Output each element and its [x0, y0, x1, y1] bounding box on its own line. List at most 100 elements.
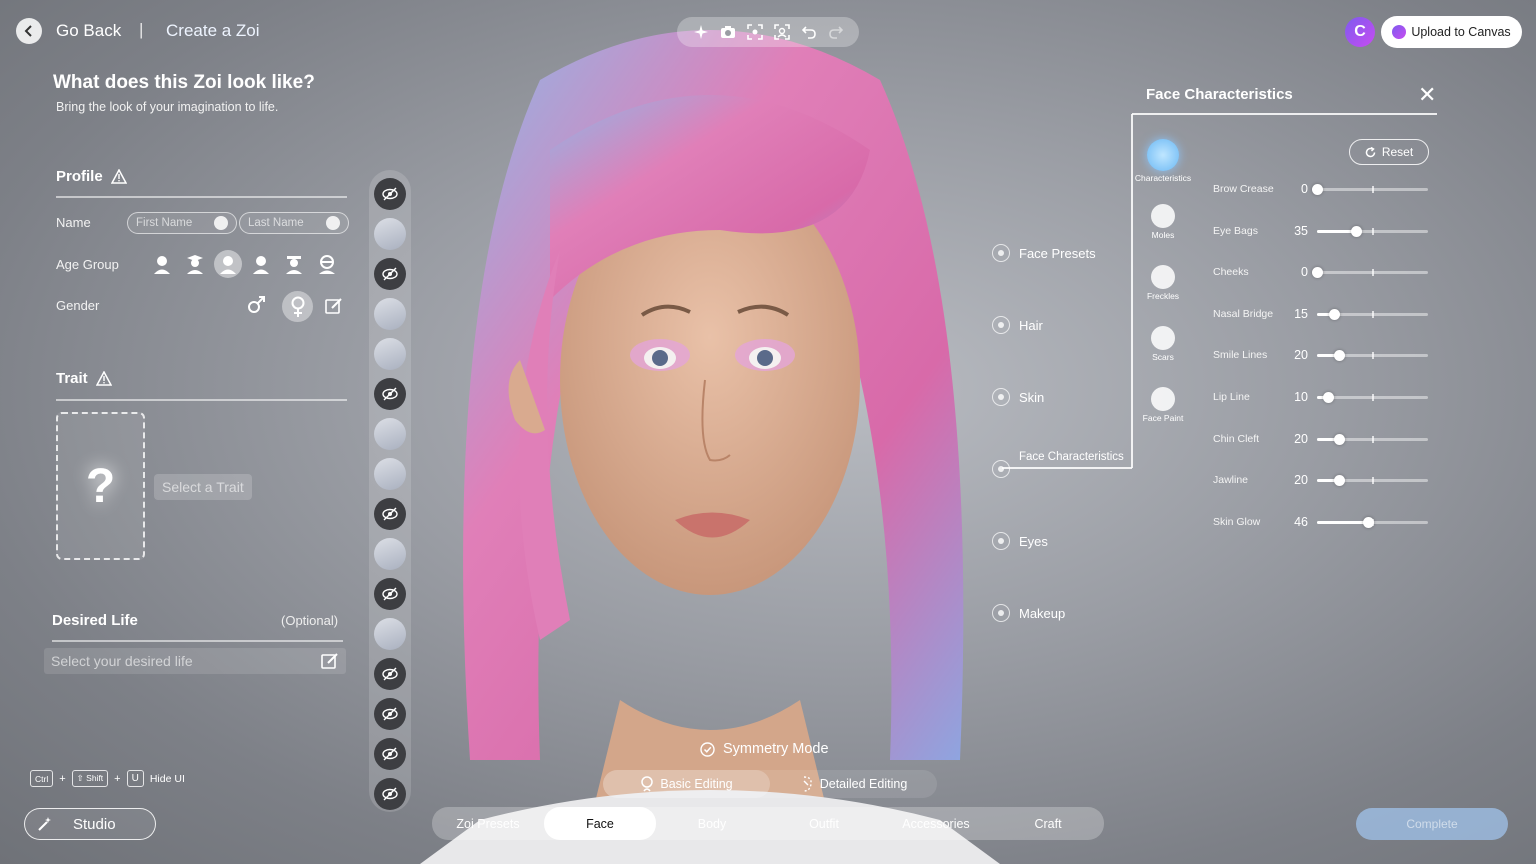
bottom-thumbnail[interactable] [374, 458, 406, 490]
detailed-editing-option[interactable]: Detailed Editing [770, 770, 937, 798]
close-icon[interactable]: ✕ [1418, 82, 1436, 108]
slider-handle[interactable] [1363, 517, 1375, 528]
hidden-slot-icon[interactable] [374, 738, 406, 770]
gloves-thumbnail[interactable] [374, 298, 406, 330]
slider-handle[interactable] [1334, 350, 1346, 361]
hidden-slot-icon[interactable] [374, 778, 406, 810]
slider-midpoint-tick [1372, 352, 1374, 359]
side-tab-scars[interactable]: Scars [1133, 326, 1193, 362]
slider-handle[interactable] [1312, 267, 1323, 278]
necklace-thumbnail[interactable] [374, 618, 406, 650]
female-icon[interactable] [282, 291, 313, 322]
age-teen-icon[interactable] [181, 250, 209, 278]
hidden-slot-icon[interactable] [374, 698, 406, 730]
face-paint-icon [1151, 387, 1175, 411]
profile-divider [56, 196, 347, 198]
select-trait-button[interactable]: Select a Trait [154, 474, 252, 500]
profile-heading-label: Profile [56, 168, 103, 185]
age-child-icon[interactable] [148, 250, 176, 278]
side-tab-freckles[interactable]: Freckles [1133, 265, 1193, 301]
basic-editing-option[interactable]: Basic Editing [603, 770, 770, 798]
edit-gender-icon[interactable] [325, 297, 345, 317]
male-icon[interactable] [246, 295, 268, 317]
age-adult-icon[interactable] [247, 250, 275, 278]
side-tab-face-paint[interactable]: Face Paint [1133, 387, 1193, 423]
hair-accessory-thumbnail[interactable] [374, 218, 406, 250]
tab-zoi-presets[interactable]: Zoi Presets [432, 807, 544, 840]
slider-handle[interactable] [1334, 475, 1346, 486]
edit-icon[interactable] [321, 652, 339, 670]
back-button[interactable] [16, 18, 42, 44]
hidden-slot-icon[interactable] [374, 378, 406, 410]
slider-track[interactable] [1317, 309, 1428, 320]
category-face-characteristics[interactable]: Face Characteristics [1019, 451, 1124, 463]
studio-button[interactable]: Studio [24, 808, 156, 840]
warning-icon [110, 169, 127, 184]
hidden-slot-icon[interactable] [374, 258, 406, 290]
age-senior-icon[interactable] [313, 250, 341, 278]
sparkle-icon[interactable] [690, 21, 712, 43]
freckles-icon [1151, 265, 1175, 289]
tab-accessories[interactable]: Accessories [880, 807, 992, 840]
category-skin[interactable]: Skin [992, 388, 1044, 406]
slider-label: Eye Bags [1213, 225, 1258, 237]
tab-face[interactable]: Face [544, 807, 656, 840]
redo-icon[interactable] [825, 21, 847, 43]
slider-midpoint-tick [1372, 311, 1374, 318]
hidden-slot-icon[interactable] [374, 498, 406, 530]
focus-icon[interactable] [744, 21, 766, 43]
category-eyes[interactable]: Eyes [992, 532, 1048, 550]
socks-thumbnail[interactable] [374, 338, 406, 370]
complete-button[interactable]: Complete [1356, 808, 1508, 840]
slider-handle[interactable] [1350, 226, 1362, 237]
slider-track[interactable] [1317, 475, 1428, 486]
slider-label: Jawline [1213, 474, 1249, 486]
face-focus-icon[interactable] [771, 21, 793, 43]
side-tab-moles[interactable]: Moles [1133, 204, 1193, 240]
side-tab-characteristics[interactable]: Characteristics [1133, 139, 1193, 183]
camera-icon[interactable] [717, 21, 739, 43]
category-face-presets[interactable]: Face Presets [992, 244, 1096, 262]
slider-track[interactable] [1312, 267, 1428, 278]
upload-to-canvas-button[interactable]: Upload to Canvas [1381, 16, 1522, 48]
canva-icon [1392, 25, 1407, 39]
symmetry-toggle[interactable]: Symmetry Mode [700, 741, 829, 757]
slider-track[interactable] [1312, 184, 1428, 195]
last-name-input[interactable]: Last Name [239, 212, 349, 234]
radio-dot-icon[interactable] [992, 460, 1010, 478]
slider-handle[interactable] [1334, 434, 1346, 445]
character-preview[interactable] [420, 0, 1000, 864]
hidden-slot-icon[interactable] [374, 178, 406, 210]
tab-craft[interactable]: Craft [992, 807, 1104, 840]
upload-label: Upload to Canvas [1411, 25, 1511, 39]
hidden-slot-icon[interactable] [374, 658, 406, 690]
slider-handle[interactable] [1323, 392, 1335, 403]
slider-track[interactable] [1317, 226, 1428, 237]
desired-life-input[interactable]: Select your desired life [44, 648, 346, 674]
category-hair[interactable]: Hair [992, 316, 1043, 334]
slider-handle[interactable] [1312, 184, 1323, 195]
dice-icon[interactable] [214, 216, 228, 230]
top-thumbnail[interactable] [374, 418, 406, 450]
dice-icon[interactable] [326, 216, 340, 230]
age-young-adult-icon[interactable] [214, 250, 242, 278]
shoes-thumbnail[interactable] [374, 538, 406, 570]
slider-track[interactable] [1317, 350, 1428, 361]
reset-button[interactable]: Reset [1349, 139, 1429, 165]
slider-track[interactable] [1317, 517, 1428, 528]
editing-mode-switch: Basic Editing Detailed Editing [603, 770, 937, 798]
tab-outfit[interactable]: Outfit [768, 807, 880, 840]
age-middle-aged-icon[interactable] [280, 250, 308, 278]
category-makeup[interactable]: Makeup [992, 604, 1065, 622]
first-name-input[interactable]: First Name [127, 212, 237, 234]
slider-label: Smile Lines [1213, 349, 1268, 361]
slider-track[interactable] [1317, 434, 1428, 445]
trait-card[interactable]: ? [56, 412, 145, 560]
slider-track[interactable] [1317, 392, 1428, 403]
canva-logo[interactable]: C [1345, 17, 1375, 47]
slider-handle[interactable] [1328, 309, 1340, 320]
undo-icon[interactable] [798, 21, 820, 43]
go-back-link[interactable]: Go Back [56, 21, 121, 41]
hidden-slot-icon[interactable] [374, 578, 406, 610]
tab-body[interactable]: Body [656, 807, 768, 840]
